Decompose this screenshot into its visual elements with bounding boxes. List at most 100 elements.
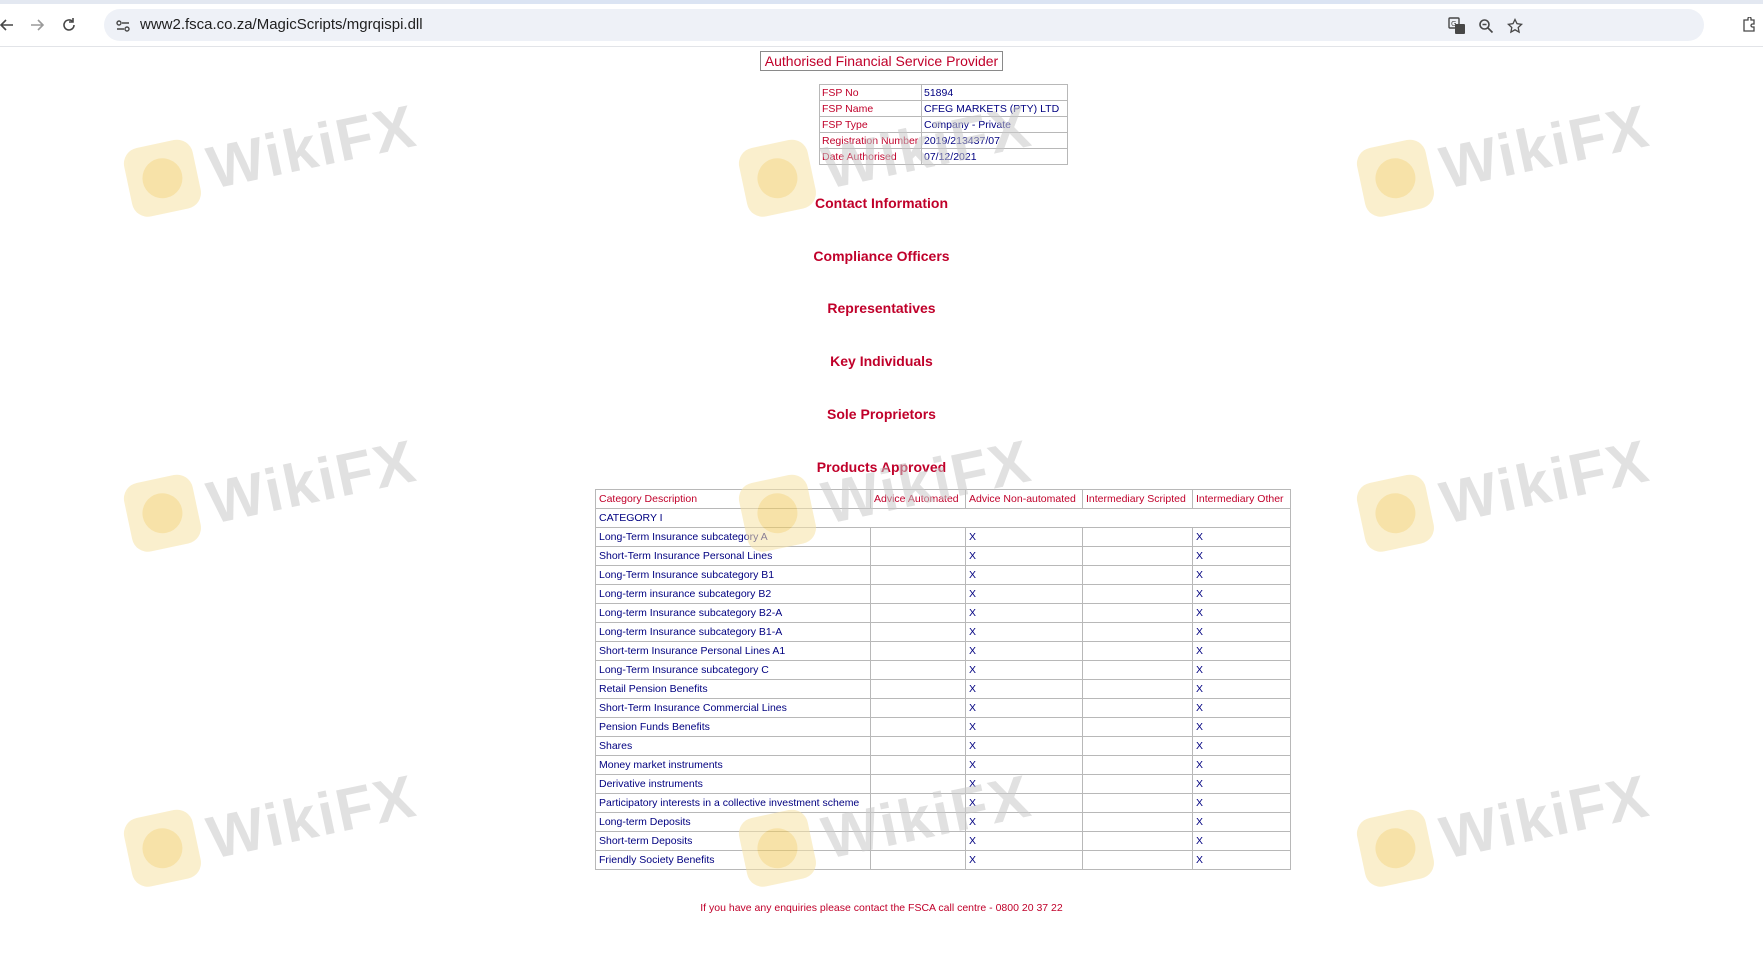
product-mark-cell: [1082, 546, 1193, 566]
product-mark-cell: X: [965, 774, 1083, 794]
product-mark-cell: [870, 527, 966, 547]
site-info-icon[interactable]: [114, 17, 132, 35]
extensions-icon[interactable]: [1736, 12, 1762, 38]
product-mark-cell: X: [1192, 546, 1291, 566]
product-mark-cell: X: [1192, 736, 1291, 756]
product-description: Short-Term Insurance Commercial Lines: [595, 698, 871, 718]
product-mark-cell: X: [965, 736, 1083, 756]
product-row: Pension Funds Benefits X X: [595, 717, 1291, 737]
products-approved-heading: Products Approved: [816, 459, 947, 475]
product-row: Long-term Insurance subcategory B2-A X X: [595, 603, 1291, 623]
product-mark-cell: X: [1192, 717, 1291, 737]
header-category-description: Category Description: [595, 489, 871, 509]
product-mark-cell: [1082, 774, 1193, 794]
fsp-info-table: FSP No 51894 FSP Name CFEG MARKETS (PTY) L…: [819, 84, 1068, 165]
product-mark-cell: X: [1192, 660, 1291, 680]
product-mark-cell: X: [1192, 622, 1291, 642]
product-mark-cell: X: [965, 831, 1083, 851]
reload-icon[interactable]: [56, 12, 82, 38]
product-description: Short-term Insurance Personal Lines A1: [595, 641, 871, 661]
info-value: 07/12/2021: [921, 148, 1068, 165]
product-mark-cell: [870, 679, 966, 699]
product-description: Retail Pension Benefits: [595, 679, 871, 699]
info-value: 2019/213437/07: [921, 132, 1068, 149]
product-mark-cell: [870, 755, 966, 775]
info-label: Date Authorised: [819, 148, 922, 165]
product-mark-cell: [1082, 565, 1193, 585]
header-advice-automated: Advice Automated: [870, 489, 966, 509]
product-mark-cell: [870, 717, 966, 737]
back-icon[interactable]: [0, 12, 20, 38]
browser-toolbar: www2.fsca.co.za/MagicScripts/mgrqispi.dl…: [0, 4, 1763, 47]
info-row: Date Authorised 07/12/2021: [819, 148, 1068, 165]
product-row: Long-term Insurance subcategory B1-A X X: [595, 622, 1291, 642]
url-text[interactable]: www2.fsca.co.za/MagicScripts/mgrqispi.dl…: [140, 16, 423, 33]
product-description: Long-term Insurance subcategory B1-A: [595, 622, 871, 642]
product-row: Long-term Deposits X X: [595, 812, 1291, 832]
forward-icon[interactable]: [24, 12, 50, 38]
product-description: Long-term insurance subcategory B2: [595, 584, 871, 604]
info-value: Company - Private: [921, 116, 1068, 133]
products-table: Category Description Advice Automated Ad…: [595, 489, 1291, 870]
product-mark-cell: [1082, 698, 1193, 718]
product-description: Shares: [595, 736, 871, 756]
product-mark-cell: X: [1192, 850, 1291, 870]
sole-proprietors-link[interactable]: Sole Proprietors: [0, 406, 1763, 422]
product-mark-cell: X: [1192, 603, 1291, 623]
info-label: FSP Name: [819, 100, 922, 117]
contact-information-link[interactable]: Contact Information: [0, 195, 1763, 211]
product-mark-cell: X: [1192, 698, 1291, 718]
product-mark-cell: [870, 812, 966, 832]
product-mark-cell: X: [965, 546, 1083, 566]
product-mark-cell: X: [1192, 774, 1291, 794]
product-mark-cell: [1082, 527, 1193, 547]
header-intermediary-scripted: Intermediary Scripted: [1082, 489, 1193, 509]
info-label: FSP Type: [819, 116, 922, 133]
footer-enquiries: If you have any enquiries please contact…: [700, 902, 1063, 914]
products-header-row: Category Description Advice Automated Ad…: [595, 489, 1291, 509]
product-mark-cell: X: [965, 793, 1083, 813]
info-label: FSP No: [819, 84, 922, 101]
translate-icon[interactable]: G: [1448, 17, 1466, 35]
address-bar[interactable]: www2.fsca.co.za/MagicScripts/mgrqispi.dl…: [104, 9, 1704, 41]
product-description: Short-Term Insurance Personal Lines: [595, 546, 871, 566]
product-mark-cell: X: [965, 641, 1083, 661]
product-mark-cell: [870, 546, 966, 566]
product-description: Long-term Insurance subcategory B2-A: [595, 603, 871, 623]
key-individuals-link[interactable]: Key Individuals: [0, 353, 1763, 369]
bookmark-star-icon[interactable]: [1506, 17, 1524, 35]
product-description: Long-term Deposits: [595, 812, 871, 832]
product-mark-cell: [1082, 603, 1193, 623]
info-row: FSP Type Company - Private: [819, 116, 1068, 133]
product-mark-cell: X: [965, 812, 1083, 832]
product-mark-cell: [870, 774, 966, 794]
header-advice-non-automated: Advice Non-automated: [965, 489, 1083, 509]
product-mark-cell: X: [1192, 679, 1291, 699]
product-mark-cell: X: [1192, 584, 1291, 604]
product-mark-cell: X: [1192, 793, 1291, 813]
product-mark-cell: [870, 641, 966, 661]
zoom-icon[interactable]: [1477, 17, 1495, 35]
product-mark-cell: X: [965, 565, 1083, 585]
product-mark-cell: [870, 603, 966, 623]
compliance-officers-link[interactable]: Compliance Officers: [0, 248, 1763, 264]
page-content: Authorised Financial Service Provider FS…: [0, 47, 1763, 968]
product-description: Short-term Deposits: [595, 831, 871, 851]
product-mark-cell: [1082, 755, 1193, 775]
product-mark-cell: X: [965, 622, 1083, 642]
product-row: Long-Term Insurance subcategory A X X: [595, 527, 1291, 547]
representatives-link[interactable]: Representatives: [0, 300, 1763, 316]
products-table-body: CATEGORY I Long-Term Insurance subcatego…: [595, 508, 1291, 870]
product-description: Pension Funds Benefits: [595, 717, 871, 737]
info-value: CFEG MARKETS (PTY) LTD: [921, 100, 1068, 117]
product-mark-cell: [1082, 660, 1193, 680]
product-mark-cell: [870, 698, 966, 718]
product-description: Participatory interests in a collective …: [595, 793, 871, 813]
product-row: Participatory interests in a collective …: [595, 793, 1291, 813]
product-mark-cell: [1082, 812, 1193, 832]
product-mark-cell: [870, 584, 966, 604]
product-description: Derivative instruments: [595, 774, 871, 794]
product-mark-cell: X: [965, 755, 1083, 775]
info-label: Registration Number: [819, 132, 922, 149]
info-row: Registration Number 2019/213437/07: [819, 132, 1068, 149]
